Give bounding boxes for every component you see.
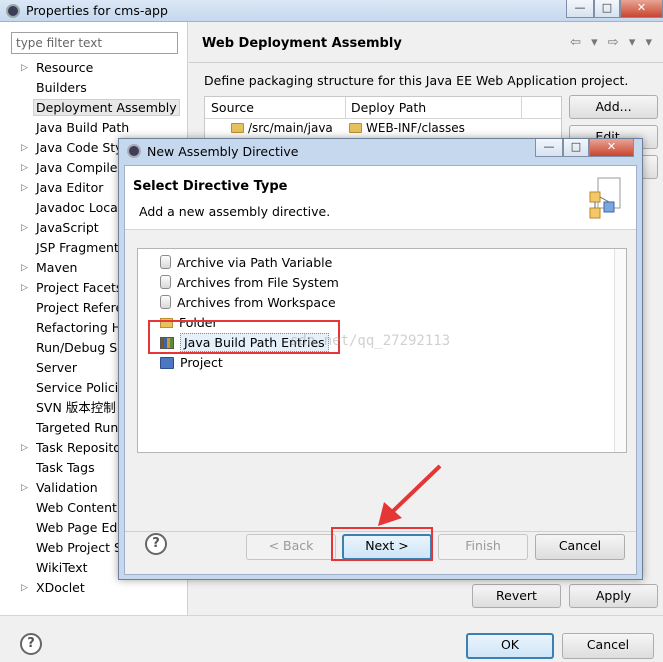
tree-item-label: Project Facets xyxy=(36,280,123,295)
window-titlebar: Properties for cms-app — □ ✕ xyxy=(0,0,663,22)
dialog-close-button[interactable]: ✕ xyxy=(589,139,634,157)
expand-arrow-icon[interactable]: ▷ xyxy=(21,138,28,158)
divider xyxy=(189,62,663,63)
tree-item-label: JavaScript xyxy=(36,220,99,235)
tree-item-label: Targeted Runt xyxy=(36,420,124,435)
filter-input[interactable] xyxy=(11,32,178,54)
wizard-subtitle: Add a new assembly directive. xyxy=(139,204,331,219)
tree-item-label: Validation xyxy=(36,480,98,495)
tree-item-label: Web Content S xyxy=(36,500,129,515)
tree-item-label: Server xyxy=(36,360,77,375)
list-item[interactable]: Project xyxy=(160,353,223,373)
close-button[interactable]: ✕ xyxy=(620,0,663,18)
list-item-label: Archives from Workspace xyxy=(177,295,336,310)
dialog-titlebar: New Assembly Directive — □ ✕ xyxy=(119,139,642,163)
tree-item-label: Maven xyxy=(36,260,78,275)
table-header: Source Deploy Path xyxy=(205,97,561,119)
tree-item-label: Deployment Assembly xyxy=(33,99,180,116)
tree-item-label: Task Tags xyxy=(36,460,95,475)
tree-item-label: Builders xyxy=(36,80,87,95)
deploy-path-cell: WEB-INF/classes xyxy=(349,121,465,135)
expand-arrow-icon[interactable]: ▷ xyxy=(21,478,28,498)
wizard-header: Select Directive Type Add a new assembly… xyxy=(125,166,636,230)
tree-item[interactable]: ▷ Resource xyxy=(0,58,188,78)
list-item[interactable]: Archives from Workspace xyxy=(160,293,336,313)
tree-item-label: Web Page Edi xyxy=(36,520,121,535)
expand-arrow-icon[interactable]: ▷ xyxy=(21,578,28,598)
eclipse-app-icon xyxy=(127,144,141,158)
tree-item-label: Java Compiler xyxy=(36,160,123,175)
project-icon xyxy=(160,357,174,369)
expand-arrow-icon[interactable]: ▷ xyxy=(21,218,28,238)
tree-item-label: Java Editor xyxy=(36,180,104,195)
tree-item-label: Resource xyxy=(36,60,94,75)
dialog-cancel-button[interactable]: Cancel xyxy=(535,534,625,560)
annotation-arrow-icon xyxy=(378,464,442,526)
tree-item-label: WikiText xyxy=(36,560,88,575)
list-item-label: Project xyxy=(180,355,223,370)
tree-item-label: Web Project S xyxy=(36,540,122,555)
finish-button[interactable]: Finish xyxy=(438,534,528,560)
tree-item[interactable]: Deployment Assembly xyxy=(0,98,188,118)
tree-item-label: SVN 版本控制 xyxy=(36,400,116,415)
wizard-title: Select Directive Type xyxy=(133,179,288,194)
expand-arrow-icon[interactable]: ▷ xyxy=(21,178,28,198)
apply-button[interactable]: Apply xyxy=(569,584,658,608)
tree-item-label: Project Refere xyxy=(36,300,124,315)
dialog-button-bar: ? OK Cancel xyxy=(0,615,663,662)
tree-item-label: Refactoring Hi xyxy=(36,320,125,335)
page-title: Web Deployment Assembly xyxy=(202,36,402,51)
add-button[interactable]: Add... xyxy=(569,95,658,119)
expand-arrow-icon[interactable]: ▷ xyxy=(21,58,28,78)
jar-icon xyxy=(160,275,171,289)
tree-item[interactable]: ▷ XDoclet xyxy=(0,578,188,598)
minimize-button[interactable]: — xyxy=(566,0,594,18)
column-source[interactable]: Source xyxy=(211,100,254,115)
tree-item-label: Run/Debug Se xyxy=(36,340,125,355)
jar-icon xyxy=(160,255,171,269)
dialog-title: New Assembly Directive xyxy=(147,144,299,159)
tree-item-label: Service Policie xyxy=(36,380,126,395)
tree-item-label: Java Code Sty xyxy=(36,140,123,155)
eclipse-app-icon xyxy=(6,4,20,18)
wizard-banner-icon xyxy=(589,177,621,219)
list-item[interactable]: Archives from File System xyxy=(160,273,339,293)
page-description: Define packaging structure for this Java… xyxy=(204,73,629,88)
back-button[interactable]: < Back xyxy=(246,534,336,560)
tree-item[interactable]: Builders xyxy=(0,78,188,98)
folder-icon xyxy=(231,123,244,133)
expand-arrow-icon[interactable]: ▷ xyxy=(21,278,28,298)
column-divider xyxy=(521,97,522,119)
maximize-button[interactable]: □ xyxy=(594,0,620,18)
navigation-arrows-icon[interactable]: ⇦ ▾ ⇨ ▾ ▾ xyxy=(570,35,655,50)
ok-button[interactable]: OK xyxy=(466,633,554,659)
list-scrollbar[interactable] xyxy=(614,249,626,452)
expand-arrow-icon[interactable]: ▷ xyxy=(21,158,28,178)
expand-arrow-icon[interactable]: ▷ xyxy=(21,258,28,278)
help-icon[interactable]: ? xyxy=(20,633,42,655)
folder-icon xyxy=(349,123,362,133)
tree-item-label: JSP Fragment xyxy=(36,240,119,255)
cancel-button[interactable]: Cancel xyxy=(562,633,654,659)
window-title: Properties for cms-app xyxy=(26,3,168,18)
tree-item-label: Java Build Path xyxy=(36,120,130,135)
tree-item-label: Task Reposito xyxy=(36,440,121,455)
list-item-label: Archive via Path Variable xyxy=(177,255,333,270)
column-divider xyxy=(345,97,346,119)
list-item-label: Archives from File System xyxy=(177,275,339,290)
tree-item-label: XDoclet xyxy=(36,580,85,595)
dialog-minimize-button[interactable]: — xyxy=(535,139,563,157)
source-cell: /src/main/java xyxy=(231,121,333,135)
dialog-maximize-button[interactable]: □ xyxy=(563,139,589,157)
tree-item-label: Javadoc Locat xyxy=(36,200,123,215)
list-item[interactable]: Archive via Path Variable xyxy=(160,253,332,273)
watermark-text: sdn.net/qq_27292113 xyxy=(290,333,451,349)
annotation-next-highlight-box xyxy=(331,527,433,561)
revert-button[interactable]: Revert xyxy=(472,584,561,608)
table-row[interactable]: /src/main/java WEB-INF/classes xyxy=(205,119,561,139)
expand-arrow-icon[interactable]: ▷ xyxy=(21,438,28,458)
tree-item[interactable]: Java Build Path xyxy=(0,118,188,138)
jar-icon xyxy=(160,295,171,309)
column-deploy-path[interactable]: Deploy Path xyxy=(351,100,426,115)
